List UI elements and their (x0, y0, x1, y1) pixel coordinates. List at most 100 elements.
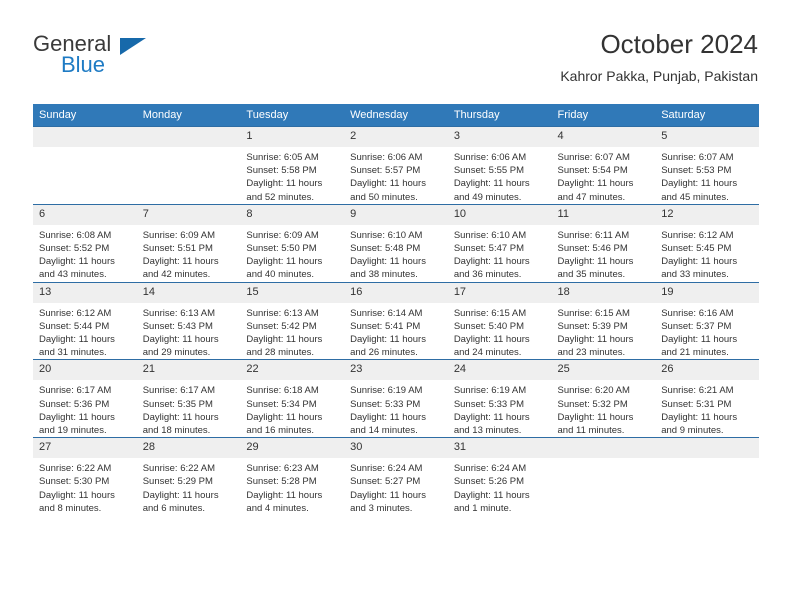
sunrise-text: Sunrise: 6:23 AM (246, 463, 319, 475)
calendar-day-cell[interactable]: 27 Sunrise: 6:22 AM Sunset: 5:30 PM Dayligh… (33, 437, 137, 516)
sunset-text: Sunset: 5:34 PM (246, 398, 317, 410)
calendar-day-cell[interactable]: 17 Sunrise: 6:15 AM Sunset: 5:40 PM Dayligh… (447, 281, 552, 360)
sunset-text: Sunset: 5:52 PM (39, 243, 110, 255)
sunrise-text: Sunrise: 6:21 AM (661, 385, 734, 397)
weekday-header-tuesday: Tuesday (240, 104, 345, 127)
day-details: Sunrise: 6:19 AM Sunset: 5:33 PM Daylight:… (448, 380, 552, 437)
calendar-day-cell[interactable]: 22 Sunrise: 6:18 AM Sunset: 5:34 PM Dayligh… (240, 359, 345, 438)
daylight-text: Daylight: 11 hours and 1 minute. (453, 489, 530, 514)
day-number: 5 (655, 127, 759, 147)
sunrise-text: Sunrise: 6:17 AM (39, 385, 112, 397)
calendar-day-cell[interactable]: 2 Sunrise: 6:06 AM Sunset: 5:57 PM Daylight… (344, 126, 448, 205)
day-number: 31 (447, 438, 552, 459)
calendar-day-cell[interactable]: 3 Sunrise: 6:06 AM Sunset: 5:55 PM Daylight… (447, 126, 552, 205)
sunset-text: Sunset: 5:36 PM (39, 398, 110, 410)
calendar-week-row: 1 Sunrise: 6:05 AM Sunset: 5:58 PM Daylight… (33, 126, 759, 205)
daylight-text: Daylight: 11 hours and 43 minutes. (39, 256, 115, 281)
day-number: 23 (344, 360, 448, 381)
calendar-day-cell[interactable]: 10 Sunrise: 6:10 AM Sunset: 5:47 PM Dayligh… (447, 203, 552, 283)
day-number: 15 (240, 282, 345, 303)
calendar-day-cell[interactable]: 24 Sunrise: 6:19 AM Sunset: 5:33 PM Dayligh… (447, 359, 552, 438)
calendar-day-cell[interactable]: 29 Sunrise: 6:23 AM Sunset: 5:28 PM Dayligh… (240, 437, 345, 516)
sunset-text: Sunset: 5:33 PM (453, 398, 525, 410)
day-number: 30 (344, 438, 448, 459)
day-number: 17 (447, 282, 552, 303)
day-details: Sunrise: 6:09 AM Sunset: 5:50 PM Daylight:… (240, 225, 344, 282)
day-number: 21 (136, 360, 241, 381)
day-number: 9 (344, 204, 448, 225)
day-number: 26 (655, 360, 759, 381)
sunrise-text: Sunrise: 6:09 AM (246, 229, 319, 241)
day-details: Sunrise: 6:06 AM Sunset: 5:55 PM Daylight:… (448, 147, 552, 204)
calendar-day-cell[interactable]: 23 Sunrise: 6:19 AM Sunset: 5:33 PM Dayligh… (344, 359, 448, 438)
day-number: 22 (240, 360, 345, 381)
calendar-grid: Sunday Monday Tuesday Wednesday Thursday… (33, 104, 759, 516)
calendar-day-cell[interactable]: 8 Sunrise: 6:09 AM Sunset: 5:50 PM Daylight… (240, 203, 345, 283)
calendar-day-cell[interactable]: 15 Sunrise: 6:13 AM Sunset: 5:42 PM Dayligh… (240, 281, 345, 360)
daylight-text: Daylight: 11 hours and 29 minutes. (142, 334, 219, 359)
calendar-page: General Blue October 2024 Kahror Pakka, … (0, 0, 792, 612)
day-details: Sunrise: 6:17 AM Sunset: 5:36 PM Daylight:… (33, 380, 137, 437)
day-number: 11 (551, 204, 656, 225)
sunset-text: Sunset: 5:30 PM (39, 476, 110, 488)
title-block: October 2024 Kahror Pakka, Punjab, Pakis… (560, 28, 758, 86)
day-details: Sunrise: 6:05 AM Sunset: 5:58 PM Daylight:… (240, 147, 344, 204)
day-number (655, 438, 759, 459)
day-number: 25 (551, 360, 656, 381)
day-details: Sunrise: 6:12 AM Sunset: 5:45 PM Daylight:… (655, 225, 759, 282)
daylight-text: Daylight: 11 hours and 21 minutes. (661, 334, 738, 359)
calendar-day-cell[interactable]: 6 Sunrise: 6:08 AM Sunset: 5:52 PM Daylight… (33, 203, 137, 283)
day-details: Sunrise: 6:14 AM Sunset: 5:41 PM Daylight:… (344, 303, 448, 360)
day-number: 29 (240, 438, 345, 459)
day-details: Sunrise: 6:17 AM Sunset: 5:35 PM Daylight:… (137, 380, 241, 437)
daylight-text: Daylight: 11 hours and 33 minutes. (661, 256, 738, 281)
calendar-day-cell[interactable]: 16 Sunrise: 6:14 AM Sunset: 5:41 PM Dayligh… (344, 281, 448, 360)
calendar-day-cell[interactable]: 18 Sunrise: 6:15 AM Sunset: 5:39 PM Dayligh… (551, 281, 656, 360)
calendar-day-cell[interactable]: 13 Sunrise: 6:12 AM Sunset: 5:44 PM Dayligh… (33, 281, 137, 360)
sunset-text: Sunset: 5:47 PM (453, 243, 525, 255)
calendar-day-cell[interactable]: 28 Sunrise: 6:22 AM Sunset: 5:29 PM Dayligh… (136, 437, 241, 516)
calendar-day-cell[interactable]: 30 Sunrise: 6:24 AM Sunset: 5:27 PM Dayligh… (344, 437, 448, 516)
calendar-day-cell[interactable]: 14 Sunrise: 6:13 AM Sunset: 5:43 PM Dayligh… (136, 281, 241, 360)
day-details: Sunrise: 6:20 AM Sunset: 5:32 PM Daylight:… (552, 380, 656, 437)
sunrise-text: Sunrise: 6:24 AM (350, 463, 423, 475)
calendar-day-cell[interactable]: 31 Sunrise: 6:24 AM Sunset: 5:26 PM Dayligh… (447, 437, 552, 516)
day-details: Sunrise: 6:13 AM Sunset: 5:43 PM Daylight:… (137, 303, 241, 360)
sunrise-text: Sunrise: 6:06 AM (453, 152, 527, 163)
calendar-day-cell[interactable]: 7 Sunrise: 6:09 AM Sunset: 5:51 PM Daylight… (136, 203, 241, 283)
weekday-header-friday: Friday (551, 104, 656, 127)
sunset-text: Sunset: 5:45 PM (661, 243, 732, 255)
sunrise-text: Sunrise: 6:07 AM (661, 152, 734, 163)
sunset-text: Sunset: 5:40 PM (453, 320, 525, 332)
calendar-day-cell[interactable]: 26 Sunrise: 6:21 AM Sunset: 5:31 PM Dayligh… (655, 359, 759, 438)
day-details: Sunrise: 6:24 AM Sunset: 5:27 PM Daylight:… (344, 458, 448, 515)
calendar-day-cell[interactable]: 11 Sunrise: 6:11 AM Sunset: 5:46 PM Dayligh… (551, 203, 656, 283)
sunset-text: Sunset: 5:41 PM (350, 320, 421, 332)
calendar-day-cell[interactable]: 9 Sunrise: 6:10 AM Sunset: 5:48 PM Daylight… (344, 203, 448, 283)
day-number: 28 (136, 438, 241, 459)
daylight-text: Daylight: 11 hours and 35 minutes. (557, 256, 634, 281)
calendar-day-cell[interactable]: 12 Sunrise: 6:12 AM Sunset: 5:45 PM Dayligh… (655, 203, 759, 283)
calendar-empty-cell (655, 437, 759, 516)
daylight-text: Daylight: 11 hours and 40 minutes. (246, 256, 323, 281)
calendar-week-row: 13 Sunrise: 6:12 AM Sunset: 5:44 PM Dayligh… (33, 281, 759, 360)
calendar-day-cell[interactable]: 20 Sunrise: 6:17 AM Sunset: 5:36 PM Dayligh… (33, 359, 137, 438)
sunrise-text: Sunrise: 6:22 AM (39, 463, 112, 475)
calendar-day-cell[interactable]: 25 Sunrise: 6:20 AM Sunset: 5:32 PM Dayligh… (551, 359, 656, 438)
daylight-text: Daylight: 11 hours and 28 minutes. (246, 334, 323, 359)
general-blue-logo[interactable]: General Blue (33, 32, 253, 88)
calendar-day-cell[interactable]: 1 Sunrise: 6:05 AM Sunset: 5:58 PM Daylight… (240, 126, 345, 205)
calendar-day-cell[interactable]: 4 Sunrise: 6:07 AM Sunset: 5:54 PM Daylight… (551, 126, 656, 205)
day-details: Sunrise: 6:16 AM Sunset: 5:37 PM Daylight:… (655, 303, 759, 360)
sunrise-text: Sunrise: 6:05 AM (246, 152, 319, 163)
calendar-day-cell[interactable]: 19 Sunrise: 6:16 AM Sunset: 5:37 PM Dayligh… (655, 281, 759, 360)
day-details: Sunrise: 6:22 AM Sunset: 5:29 PM Daylight:… (137, 458, 241, 515)
page-subtitle: Kahror Pakka, Punjab, Pakistan (560, 68, 758, 84)
sunrise-text: Sunrise: 6:15 AM (453, 307, 527, 319)
day-details: Sunrise: 6:18 AM Sunset: 5:34 PM Daylight:… (240, 380, 344, 437)
sunset-text: Sunset: 5:46 PM (557, 243, 628, 255)
sunrise-text: Sunrise: 6:14 AM (350, 307, 423, 319)
calendar-day-cell[interactable]: 5 Sunrise: 6:07 AM Sunset: 5:53 PM Daylight… (655, 126, 759, 205)
calendar-day-cell[interactable]: 21 Sunrise: 6:17 AM Sunset: 5:35 PM Dayligh… (136, 359, 241, 438)
daylight-text: Daylight: 11 hours and 45 minutes. (661, 178, 738, 203)
